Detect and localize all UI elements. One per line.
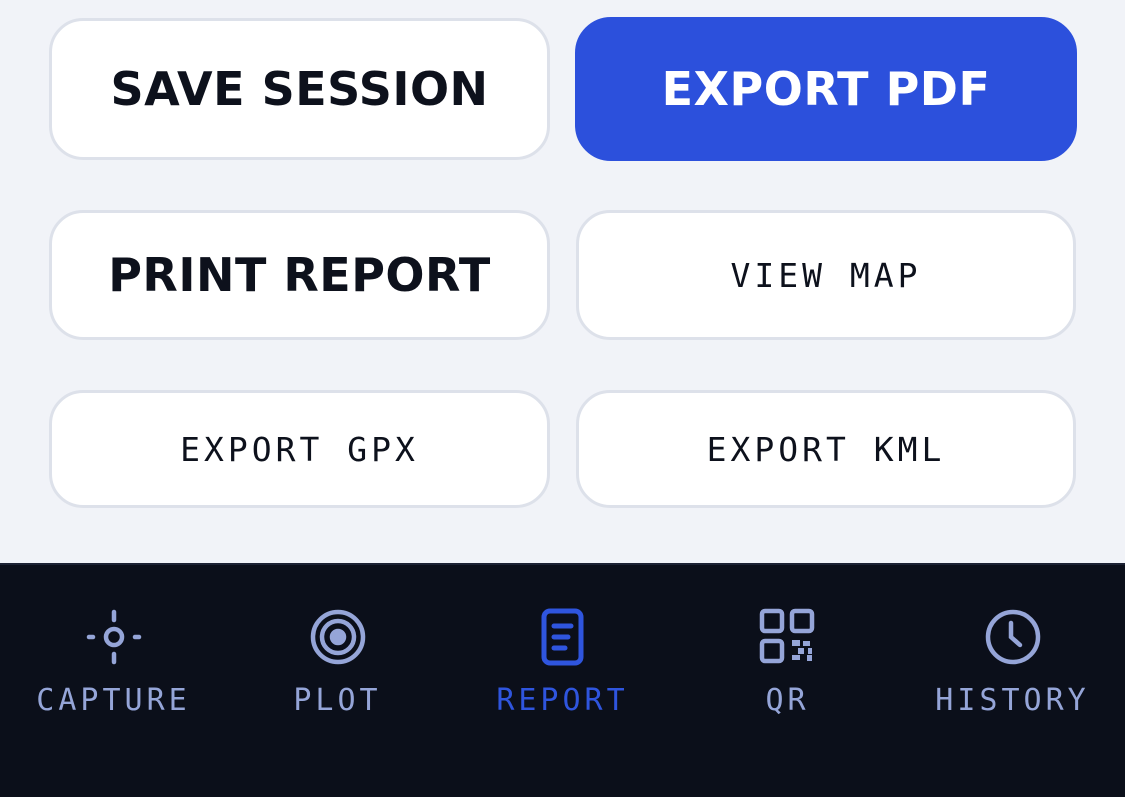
crosshair-icon	[84, 607, 144, 667]
export-kml-button[interactable]: EXPORT KML	[576, 390, 1076, 508]
document-icon	[533, 607, 593, 667]
tab-label: CAPTURE	[36, 683, 191, 718]
tab-label: QR	[765, 683, 810, 718]
tab-label: REPORT	[496, 683, 629, 718]
qr-code-icon	[758, 607, 818, 667]
tab-qr[interactable]: QR	[675, 565, 900, 755]
target-icon	[308, 607, 368, 667]
export-gpx-button[interactable]: EXPORT GPX	[49, 390, 550, 508]
view-map-button[interactable]: VIEW MAP	[576, 210, 1076, 340]
print-report-button[interactable]: PRINT REPORT	[49, 210, 550, 340]
clock-icon	[983, 607, 1043, 667]
tab-capture[interactable]: CAPTURE	[1, 565, 226, 755]
bottom-tab-bar: CAPTURE PLOT REPORT QR HISTORY	[0, 563, 1125, 797]
tab-label: PLOT	[293, 683, 382, 718]
tab-plot[interactable]: PLOT	[225, 565, 450, 755]
tab-history[interactable]: HISTORY	[900, 565, 1125, 755]
export-pdf-button[interactable]: EXPORT PDF	[575, 17, 1077, 161]
save-session-button[interactable]: SAVE SESSION	[49, 18, 550, 160]
tab-label: HISTORY	[935, 683, 1090, 718]
tab-report[interactable]: REPORT	[450, 565, 675, 755]
